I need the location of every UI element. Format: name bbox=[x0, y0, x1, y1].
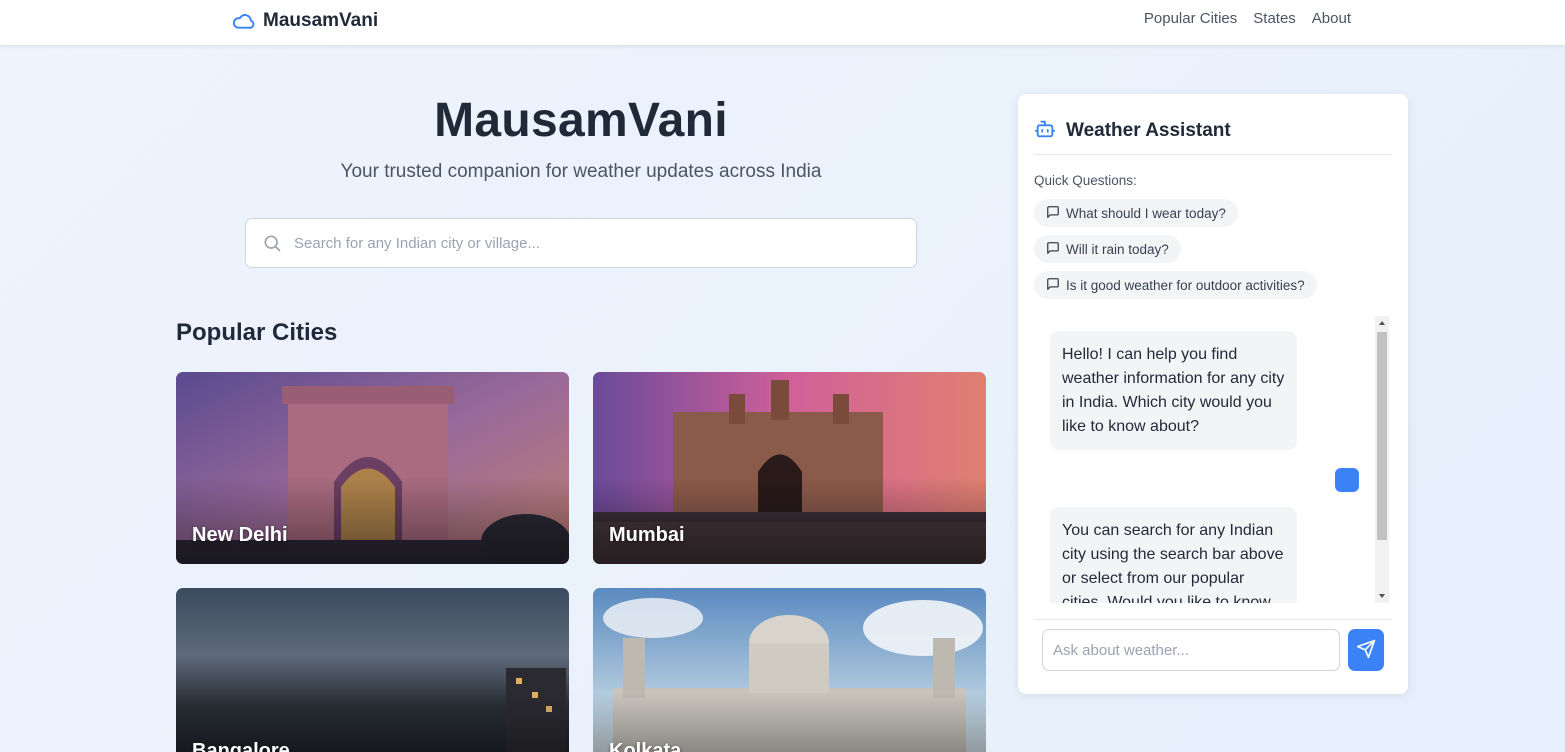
brand-logo[interactable]: MausamVani bbox=[232, 9, 378, 33]
message-square-icon bbox=[1046, 241, 1060, 258]
city-name: Mumbai bbox=[609, 524, 685, 546]
quick-questions-label: Quick Questions: bbox=[1034, 173, 1137, 188]
city-name: Kolkata bbox=[609, 740, 682, 752]
scroll-up-arrow-icon[interactable] bbox=[1375, 316, 1389, 330]
nav-links: Popular Cities States About bbox=[1144, 10, 1351, 27]
assistant-header: Weather Assistant bbox=[1034, 118, 1392, 155]
weather-assistant-panel: Weather Assistant Quick Questions: What … bbox=[1018, 94, 1408, 694]
nav-link-popular-cities[interactable]: Popular Cities bbox=[1144, 10, 1237, 27]
page-title: MausamVani bbox=[434, 94, 728, 147]
chip-label: What should I wear today? bbox=[1066, 205, 1226, 221]
brand-name: MausamVani bbox=[263, 10, 379, 31]
user-message bbox=[1335, 468, 1359, 492]
bot-icon bbox=[1034, 118, 1056, 145]
city-name: Bangalore bbox=[192, 740, 290, 752]
scroll-down-arrow-icon[interactable] bbox=[1375, 589, 1389, 603]
search-icon bbox=[262, 233, 282, 253]
message-square-icon bbox=[1046, 205, 1060, 222]
message-square-icon bbox=[1046, 277, 1060, 294]
city-name: New Delhi bbox=[192, 524, 288, 546]
page-subtitle: Your trusted companion for weather updat… bbox=[340, 161, 822, 182]
bot-message: Hello! I can help you find weather infor… bbox=[1050, 331, 1297, 450]
card-shade bbox=[593, 588, 986, 752]
chip-label: Is it good weather for outdoor activitie… bbox=[1066, 277, 1305, 293]
quick-question-chip[interactable]: Is it good weather for outdoor activitie… bbox=[1034, 271, 1317, 299]
chip-label: Will it rain today? bbox=[1066, 241, 1169, 257]
chat-input-row bbox=[1034, 619, 1392, 671]
city-card-new-delhi[interactable]: New Delhi bbox=[176, 372, 569, 564]
bot-message: You can search for any Indian city using… bbox=[1050, 507, 1297, 603]
send-icon bbox=[1356, 639, 1376, 662]
quick-question-chip[interactable]: What should I wear today? bbox=[1034, 199, 1238, 227]
cloud-icon bbox=[232, 12, 255, 30]
assistant-title: Weather Assistant bbox=[1066, 120, 1231, 141]
card-shade bbox=[176, 588, 569, 752]
scroll-thumb[interactable] bbox=[1377, 332, 1387, 540]
city-search-input[interactable] bbox=[294, 234, 874, 252]
nav-link-states[interactable]: States bbox=[1253, 10, 1296, 27]
nav-link-about[interactable]: About bbox=[1312, 10, 1351, 27]
chat-input[interactable] bbox=[1042, 629, 1340, 671]
city-search-box[interactable] bbox=[245, 218, 917, 268]
city-card-mumbai[interactable]: Mumbai bbox=[593, 372, 986, 564]
city-card-kolkata[interactable]: Kolkata bbox=[593, 588, 986, 752]
city-card-bangalore[interactable]: Bangalore bbox=[176, 588, 569, 752]
chat-messages[interactable]: Hello! I can help you find weather infor… bbox=[1034, 316, 1392, 603]
quick-question-chip[interactable]: Will it rain today? bbox=[1034, 235, 1181, 263]
chat-scrollbar[interactable] bbox=[1375, 316, 1389, 603]
send-button[interactable] bbox=[1348, 629, 1384, 671]
navbar: MausamVani Popular Cities States About bbox=[0, 0, 1565, 45]
popular-cities-heading: Popular Cities bbox=[176, 319, 338, 346]
